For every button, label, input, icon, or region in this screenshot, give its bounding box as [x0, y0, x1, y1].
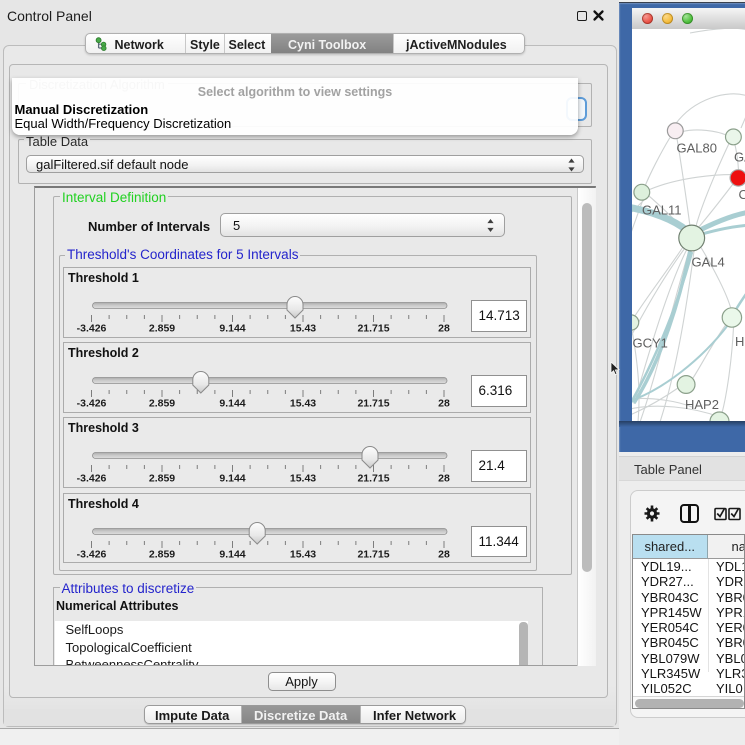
svg-text:H: H — [735, 334, 744, 349]
svg-text:-3.426: -3.426 — [76, 473, 106, 485]
svg-text:21.715: 21.715 — [357, 473, 389, 485]
svg-text:9.144: 9.144 — [219, 398, 245, 410]
svg-text:GA: GA — [734, 149, 745, 164]
svg-text:-3.426: -3.426 — [76, 548, 106, 560]
svg-text:21.715: 21.715 — [357, 398, 389, 410]
svg-text:9.144: 9.144 — [219, 323, 245, 335]
svg-text:15.43: 15.43 — [289, 398, 315, 410]
svg-text:-3.426: -3.426 — [76, 323, 106, 335]
svg-text:GAL11: GAL11 — [642, 202, 682, 217]
svg-text:HAP2: HAP2 — [685, 397, 719, 412]
svg-text:-3.426: -3.426 — [76, 398, 106, 410]
svg-text:28: 28 — [438, 323, 450, 335]
svg-text:9.144: 9.144 — [219, 473, 245, 485]
svg-text:2.859: 2.859 — [148, 473, 174, 485]
svg-text:28: 28 — [438, 398, 450, 410]
svg-text:9.144: 9.144 — [219, 548, 245, 560]
svg-text:2.859: 2.859 — [148, 323, 174, 335]
svg-text:GAL4: GAL4 — [691, 254, 724, 269]
svg-text:GCY1: GCY1 — [632, 335, 667, 350]
svg-text:28: 28 — [438, 473, 450, 485]
svg-text:2.859: 2.859 — [148, 548, 174, 560]
svg-text:15.43: 15.43 — [289, 473, 315, 485]
svg-text:15.43: 15.43 — [289, 548, 315, 560]
svg-text:2.859: 2.859 — [148, 398, 174, 410]
svg-text:21.715: 21.715 — [357, 548, 389, 560]
svg-text:CD: CD — [738, 187, 745, 202]
svg-text:21.715: 21.715 — [357, 323, 389, 335]
svg-text:15.43: 15.43 — [289, 323, 315, 335]
svg-text:GAL80: GAL80 — [676, 140, 716, 155]
svg-text:28: 28 — [438, 548, 450, 560]
